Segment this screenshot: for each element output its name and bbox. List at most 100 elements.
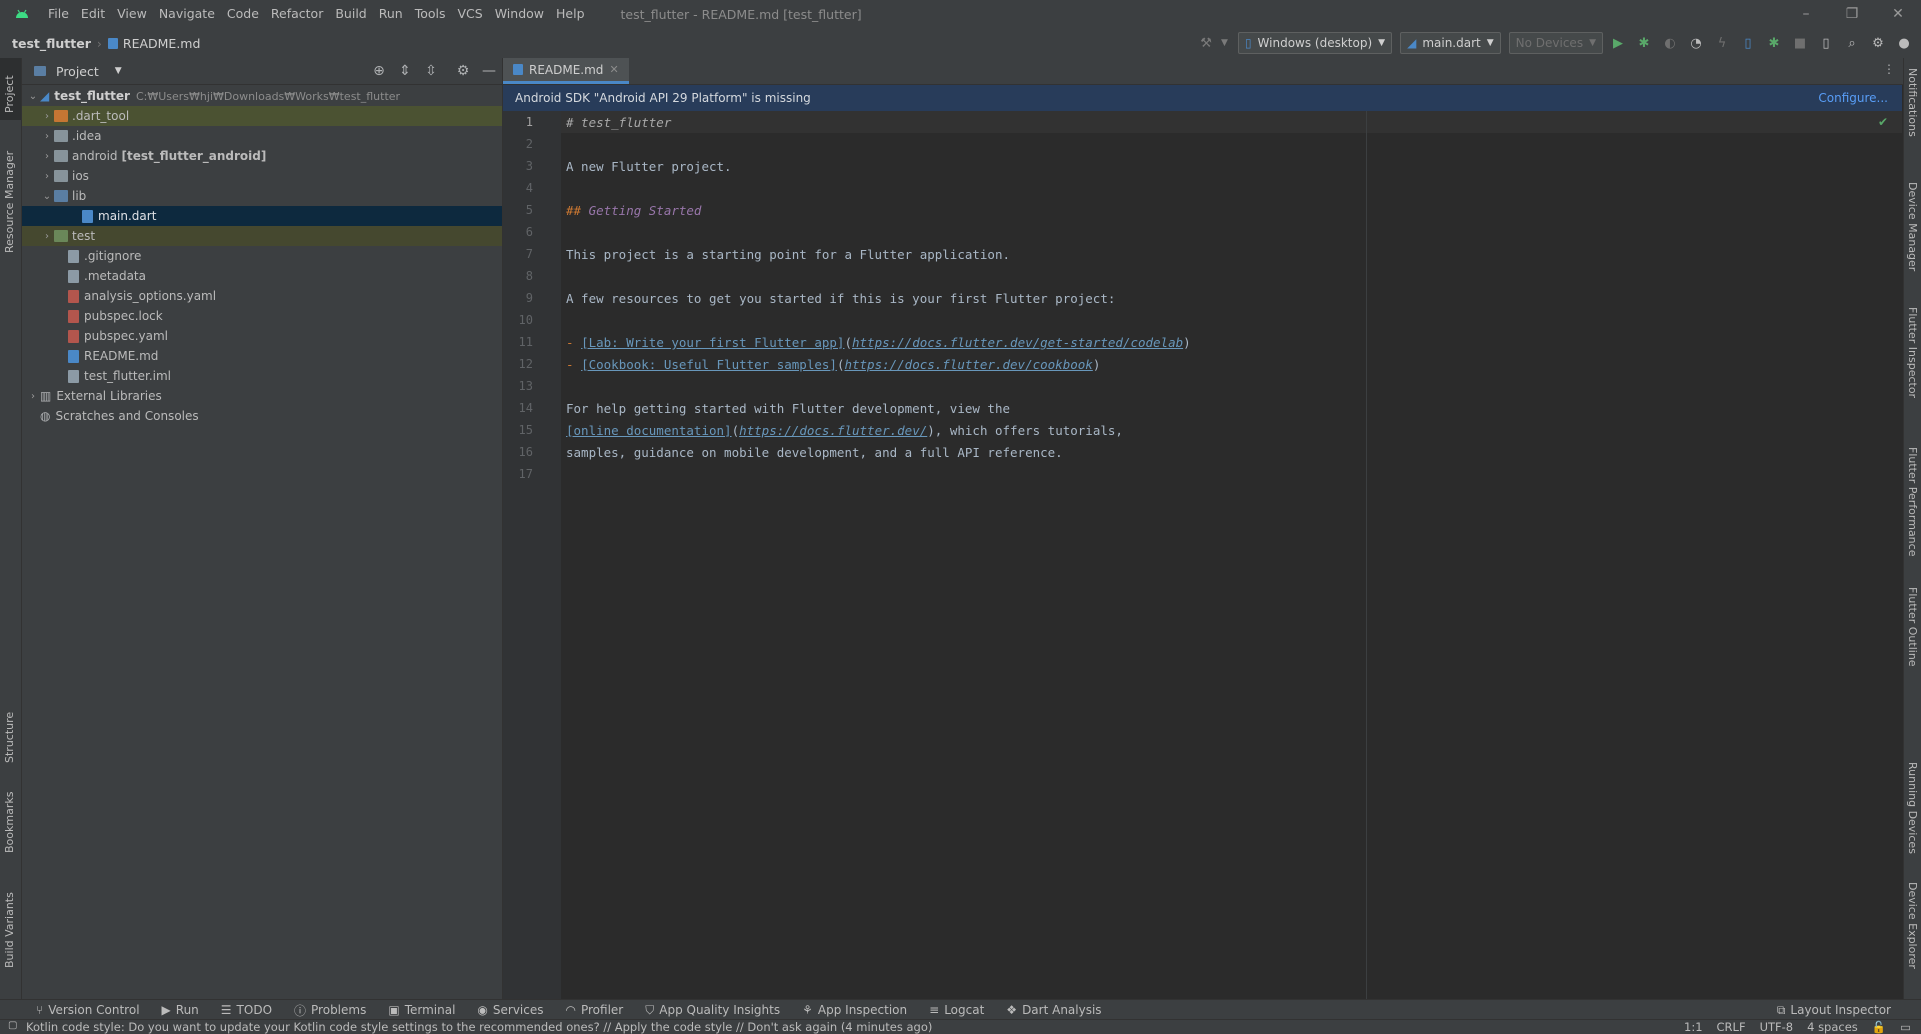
debug-icon[interactable]: ✱: [1633, 32, 1655, 54]
attach-debugger-icon[interactable]: ✱: [1763, 32, 1785, 54]
tab-flutter-performance[interactable]: Flutter Performance: [1904, 443, 1921, 573]
markdown-link-url[interactable]: https://docs.flutter.dev/get-started/cod…: [852, 335, 1183, 350]
chevron-down-icon[interactable]: ⌄: [40, 191, 54, 202]
tool-app-inspection[interactable]: ⚘ App Inspection: [802, 1003, 907, 1017]
close-tab-icon[interactable]: ✕: [609, 63, 618, 76]
tree-item-test[interactable]: › test: [22, 226, 502, 246]
tool-app-quality-insights[interactable]: ⛉ App Quality Insights: [645, 1003, 780, 1018]
tree-item-lib[interactable]: ⌄ lib: [22, 186, 502, 206]
tree-item-ios[interactable]: › ios: [22, 166, 502, 186]
markdown-link-url[interactable]: https://docs.flutter.dev/: [739, 423, 927, 438]
menu-tools[interactable]: Tools: [409, 0, 452, 28]
tab-build-variants[interactable]: Build Variants: [0, 883, 21, 973]
coverage-icon[interactable]: ◐: [1659, 32, 1681, 54]
restore-button[interactable]: ❐: [1829, 0, 1875, 28]
markdown-link-text[interactable]: [Cookbook: Useful Flutter samples]: [581, 357, 837, 372]
markdown-link-text[interactable]: [Lab: Write your first Flutter app]: [581, 335, 844, 350]
markdown-link-url[interactable]: https://docs.flutter.dev/cookbook: [844, 357, 1092, 372]
chevron-down-icon[interactable]: ▼: [1221, 38, 1228, 48]
tree-item-external-libraries[interactable]: › ▥ External Libraries: [22, 386, 502, 406]
tree-item-android[interactable]: › android [test_flutter_android]: [22, 146, 502, 166]
tool-services[interactable]: ◉ Services: [477, 1003, 543, 1017]
chevron-right-icon[interactable]: ›: [40, 111, 54, 122]
tool-version-control[interactable]: ⑂ Version Control: [36, 1003, 140, 1017]
stop-icon[interactable]: ■: [1789, 32, 1811, 54]
tree-item-pubspec-yaml[interactable]: pubspec.yaml: [22, 326, 502, 346]
chevron-down-icon[interactable]: ⌄: [26, 91, 40, 102]
device-selector[interactable]: ▯ Windows (desktop) ▼: [1237, 32, 1393, 54]
tool-profiler[interactable]: ◠ Profiler: [566, 1003, 624, 1017]
tree-item-gitignore[interactable]: .gitignore: [22, 246, 502, 266]
breadcrumb-project[interactable]: test_flutter: [12, 36, 91, 51]
project-view-selector[interactable]: Project ▼: [34, 64, 122, 79]
menu-code[interactable]: Code: [221, 0, 265, 28]
file-encoding[interactable]: UTF-8: [1760, 1020, 1794, 1034]
menu-help[interactable]: Help: [550, 0, 591, 28]
tab-device-manager[interactable]: Device Manager: [1904, 178, 1921, 288]
more-options-icon[interactable]: ⋮: [1883, 62, 1895, 76]
breadcrumb-file[interactable]: README.md: [123, 36, 201, 51]
chevron-right-icon[interactable]: ›: [40, 131, 54, 142]
tool-dart-analysis[interactable]: ❖ Dart Analysis: [1006, 1003, 1101, 1017]
tab-running-devices[interactable]: Running Devices: [1904, 758, 1921, 858]
tree-item-idea[interactable]: › .idea: [22, 126, 502, 146]
hot-reload-icon[interactable]: ϟ: [1711, 32, 1733, 54]
menu-build[interactable]: Build: [329, 0, 372, 28]
apply-changes-icon[interactable]: ▯: [1737, 32, 1759, 54]
tree-item-readme[interactable]: README.md: [22, 346, 502, 366]
no-problems-check-icon[interactable]: ✔: [1878, 115, 1888, 129]
chevron-right-icon[interactable]: ›: [26, 391, 40, 402]
caret-position[interactable]: 1:1: [1684, 1020, 1703, 1034]
locate-file-icon[interactable]: ⊕: [370, 63, 388, 79]
configure-link[interactable]: Configure...: [1818, 91, 1888, 105]
menu-refactor[interactable]: Refactor: [265, 0, 329, 28]
line-separator[interactable]: CRLF: [1717, 1020, 1746, 1034]
chevron-right-icon[interactable]: ›: [40, 151, 54, 162]
code-editor[interactable]: # test_flutter A new Flutter project. ##…: [561, 111, 1902, 999]
profile-icon[interactable]: ◔: [1685, 32, 1707, 54]
menu-edit[interactable]: Edit: [75, 0, 111, 28]
menu-view[interactable]: View: [111, 0, 153, 28]
tree-item-main-dart[interactable]: main.dart: [22, 206, 502, 226]
device-manager-icon[interactable]: ▯: [1815, 32, 1837, 54]
tree-item-analysis-options[interactable]: analysis_options.yaml: [22, 286, 502, 306]
tree-item-metadata[interactable]: .metadata: [22, 266, 502, 286]
expand-all-icon[interactable]: ⇕: [396, 63, 414, 79]
memory-indicator-icon[interactable]: ▭: [1900, 1020, 1911, 1034]
tab-flutter-outline[interactable]: Flutter Outline: [1904, 583, 1921, 693]
tree-item-scratches[interactable]: ◍ Scratches and Consoles: [22, 406, 502, 426]
tab-resource-manager[interactable]: Resource Manager: [0, 133, 21, 263]
menu-vcs[interactable]: VCS: [452, 0, 489, 28]
chevron-right-icon[interactable]: ›: [40, 171, 54, 182]
tab-device-explorer[interactable]: Device Explorer: [1904, 878, 1921, 988]
tab-readme[interactable]: README.md ✕: [503, 58, 629, 84]
tool-layout-inspector[interactable]: ⧉ Layout Inspector: [1777, 1000, 1891, 1020]
gear-icon[interactable]: ⚙: [454, 63, 472, 79]
tab-structure[interactable]: Structure: [0, 703, 21, 768]
settings-icon[interactable]: ⚙: [1867, 32, 1889, 54]
tool-problems[interactable]: ⓘ Problems: [294, 1002, 366, 1019]
tab-project[interactable]: Project: [0, 58, 21, 120]
target-device-selector[interactable]: No Devices ▼: [1508, 32, 1603, 54]
tab-bookmarks[interactable]: Bookmarks: [0, 788, 21, 858]
tool-todo[interactable]: ☰ TODO: [221, 1003, 272, 1017]
indent-setting[interactable]: 4 spaces: [1807, 1020, 1858, 1034]
menu-file[interactable]: File: [42, 0, 75, 28]
run-config-selector[interactable]: ◢ main.dart ▼: [1400, 32, 1501, 54]
run-icon[interactable]: ▶: [1607, 32, 1629, 54]
tree-item-pubspec-lock[interactable]: pubspec.lock: [22, 306, 502, 326]
tab-flutter-inspector[interactable]: Flutter Inspector: [1904, 303, 1921, 423]
lock-icon[interactable]: 🔓: [1872, 1020, 1886, 1034]
tree-item-iml[interactable]: test_flutter.iml: [22, 366, 502, 386]
menu-run[interactable]: Run: [373, 0, 409, 28]
menu-window[interactable]: Window: [489, 0, 550, 28]
tree-root[interactable]: ⌄ ◢ test_flutter C:₩Users₩hji₩Downloads₩…: [22, 86, 502, 106]
status-message[interactable]: Kotlin code style: Do you want to update…: [26, 1020, 932, 1034]
tab-notifications[interactable]: Notifications: [1904, 64, 1921, 154]
tool-logcat[interactable]: ≡ Logcat: [929, 1003, 984, 1017]
markdown-link-text[interactable]: [online documentation]: [566, 423, 732, 438]
hammer-icon[interactable]: ⚒: [1195, 32, 1217, 54]
tool-run[interactable]: ▶ Run: [162, 1003, 199, 1017]
tree-item-dart-tool[interactable]: › .dart_tool: [22, 106, 502, 126]
menu-navigate[interactable]: Navigate: [153, 0, 221, 28]
